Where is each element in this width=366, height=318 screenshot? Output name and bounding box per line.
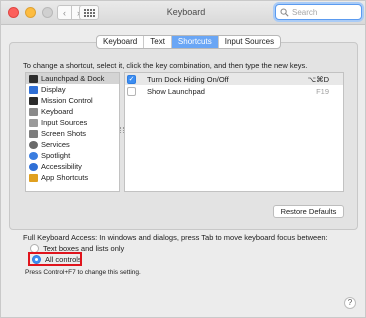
app-shortcuts-icon xyxy=(29,173,38,182)
category-item-keyboard[interactable]: Keyboard xyxy=(26,106,119,117)
category-label: Display xyxy=(41,85,66,94)
category-item-spotlight[interactable]: Spotlight xyxy=(26,150,119,161)
keyboard-access-note: Press Control+F7 to change this setting. xyxy=(25,269,141,276)
shortcut-keys[interactable]: ⌥⌘D xyxy=(307,75,329,84)
shortcut-checkbox[interactable]: ✓ xyxy=(127,74,136,84)
title-bar: ‹ › Keyboard xyxy=(1,1,365,25)
category-label: Screen Shots xyxy=(41,129,87,138)
category-item-services[interactable]: Services xyxy=(26,139,119,150)
help-button[interactable]: ? xyxy=(344,297,356,309)
highlight-annotation-box xyxy=(28,252,82,266)
category-item-mission-control[interactable]: Mission Control xyxy=(26,95,119,106)
category-item-input-sources[interactable]: Input Sources xyxy=(26,117,119,128)
category-label: Mission Control xyxy=(41,96,93,105)
category-item-display[interactable]: Display xyxy=(26,84,119,95)
category-label: App Shortcuts xyxy=(41,173,89,182)
launchpad-dock-icon xyxy=(29,74,38,83)
display-icon xyxy=(29,85,38,94)
category-label: Spotlight xyxy=(41,151,71,160)
category-label: Keyboard xyxy=(41,107,74,116)
shortcut-label: Show Launchpad xyxy=(147,86,205,96)
full-keyboard-access-label: Full Keyboard Access: In windows and dia… xyxy=(23,233,328,242)
shortcut-label: Turn Dock Hiding On/Off xyxy=(147,74,229,84)
category-item-launchpad-dock[interactable]: Launchpad & Dock xyxy=(26,73,119,84)
tab-input-sources[interactable]: Input Sources xyxy=(219,36,280,48)
keyboard-preferences-window: ‹ › Keyboard Keyboard Text Shortcuts Inp… xyxy=(0,0,366,318)
keyboard-icon xyxy=(29,107,38,116)
close-window-button[interactable] xyxy=(8,7,19,18)
back-button[interactable]: ‹ xyxy=(57,5,72,20)
grid-icon xyxy=(83,8,95,17)
search-field[interactable] xyxy=(275,4,362,20)
tab-bar: Keyboard Text Shortcuts Input Sources xyxy=(96,35,282,49)
minimize-window-button[interactable] xyxy=(25,7,36,18)
category-item-accessibility[interactable]: Accessibility xyxy=(26,161,119,172)
category-item-app-shortcuts[interactable]: App Shortcuts xyxy=(26,172,119,183)
shortcut-list: ✓ Turn Dock Hiding On/Off ⌥⌘D Show Launc… xyxy=(124,72,344,192)
category-list: Launchpad & Dock Display Mission Control… xyxy=(25,72,120,192)
shortcut-checkbox[interactable] xyxy=(127,86,136,96)
category-label: Input Sources xyxy=(41,118,88,127)
tab-keyboard[interactable]: Keyboard xyxy=(97,36,145,48)
screen-shots-icon xyxy=(29,129,38,138)
accessibility-icon xyxy=(29,162,38,171)
search-input[interactable] xyxy=(292,7,360,17)
show-all-button[interactable] xyxy=(79,5,99,20)
tab-shortcuts[interactable]: Shortcuts xyxy=(171,36,219,48)
shortcut-row-dock-hiding[interactable]: ✓ Turn Dock Hiding On/Off ⌥⌘D xyxy=(125,73,343,85)
shortcut-keys[interactable]: F19 xyxy=(316,87,329,96)
restore-defaults-button[interactable]: Restore Defaults xyxy=(273,205,344,218)
tab-text[interactable]: Text xyxy=(144,36,172,48)
services-gear-icon xyxy=(29,140,38,149)
category-label: Accessibility xyxy=(41,162,82,171)
spotlight-icon xyxy=(29,151,38,160)
zoom-window-button[interactable] xyxy=(42,7,53,18)
window-title: Keyboard xyxy=(166,7,206,17)
mission-control-icon xyxy=(29,96,38,105)
chevron-left-icon: ‹ xyxy=(63,7,66,18)
category-item-screen-shots[interactable]: Screen Shots xyxy=(26,128,119,139)
checkmark-icon: ✓ xyxy=(128,75,135,83)
input-sources-icon xyxy=(29,118,38,127)
shortcut-instruction: To change a shortcut, select it, click t… xyxy=(23,61,308,70)
category-label: Services xyxy=(41,140,70,149)
shortcut-row-show-launchpad[interactable]: Show Launchpad F19 xyxy=(125,85,343,97)
search-icon xyxy=(280,8,289,17)
category-label: Launchpad & Dock xyxy=(41,74,105,83)
